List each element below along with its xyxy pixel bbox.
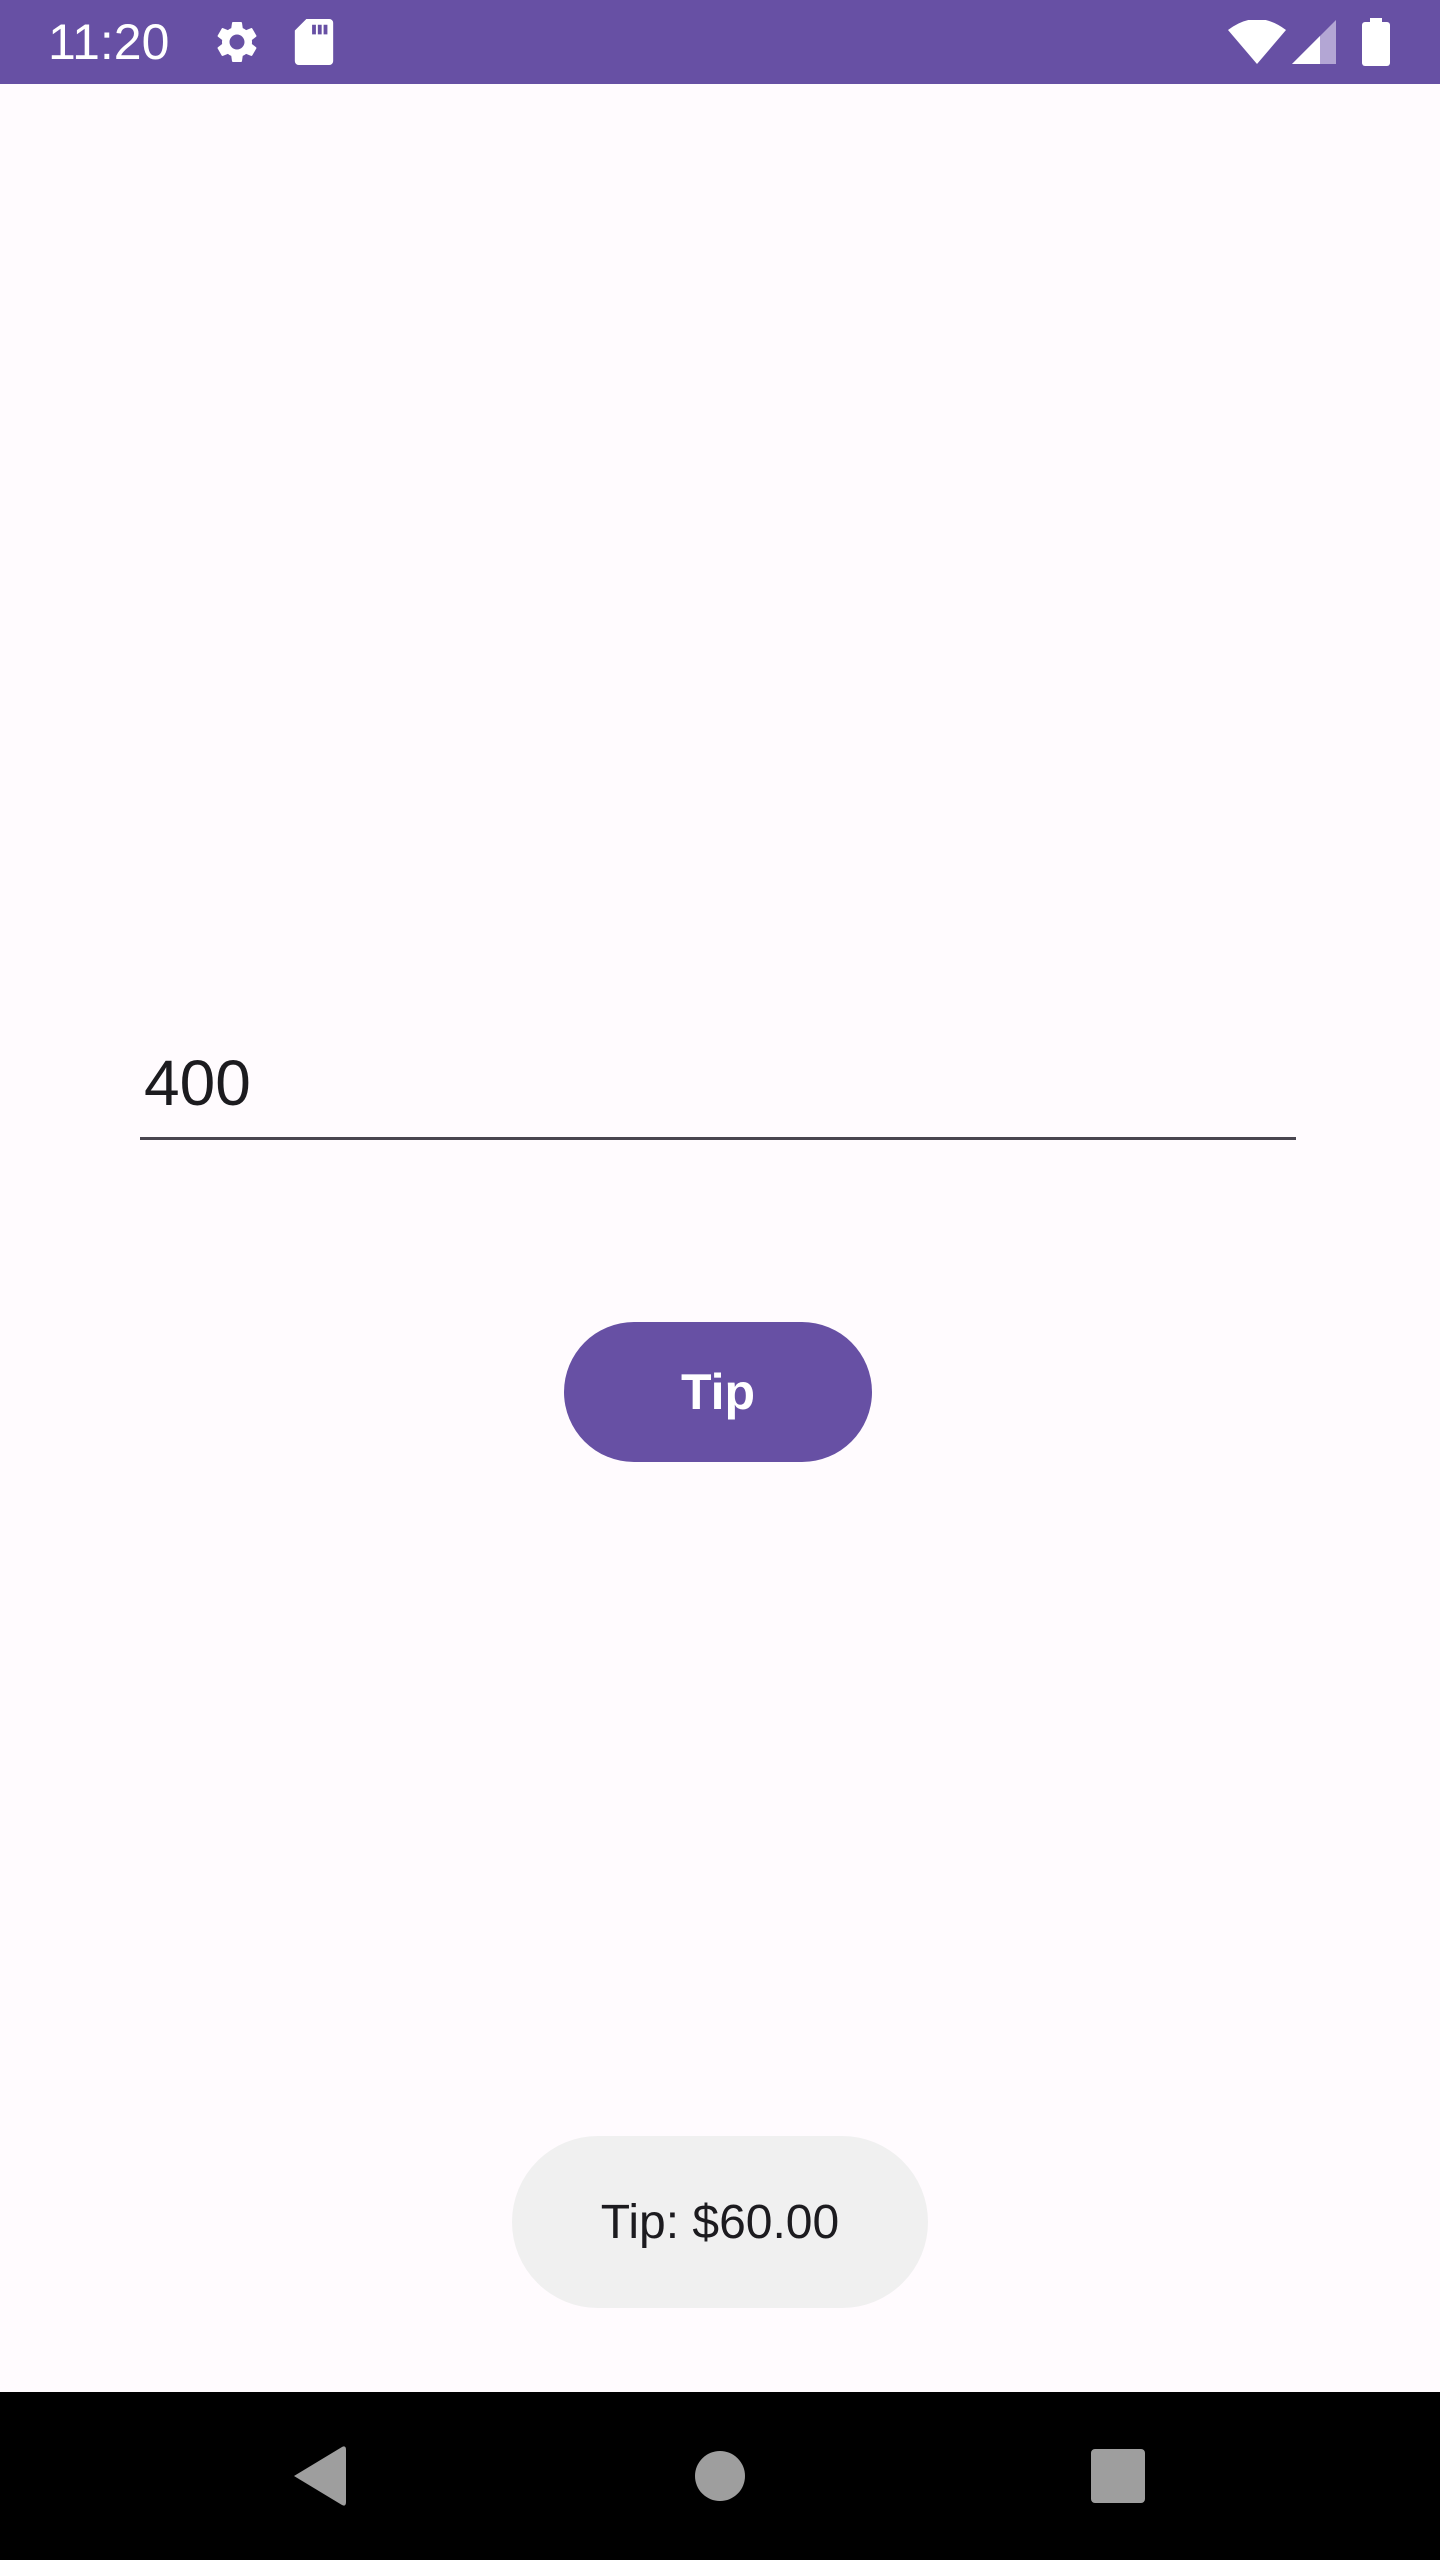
recents-icon[interactable] xyxy=(1058,2392,1178,2560)
status-time: 11:20 xyxy=(48,14,170,70)
gear-icon xyxy=(212,0,262,84)
toast-message: Tip: $60.00 xyxy=(512,2136,928,2308)
navigation-bar xyxy=(0,2392,1440,2560)
amount-input[interactable] xyxy=(140,1028,1296,1140)
wifi-icon xyxy=(1228,0,1286,84)
status-bar: 11:20 xyxy=(0,0,1440,84)
cell-signal-icon xyxy=(1292,0,1336,84)
sd-card-icon xyxy=(294,0,334,84)
back-icon[interactable] xyxy=(258,2392,378,2560)
home-icon[interactable] xyxy=(660,2392,780,2560)
tip-button[interactable]: Tip xyxy=(564,1322,872,1462)
battery-icon xyxy=(1362,0,1390,84)
